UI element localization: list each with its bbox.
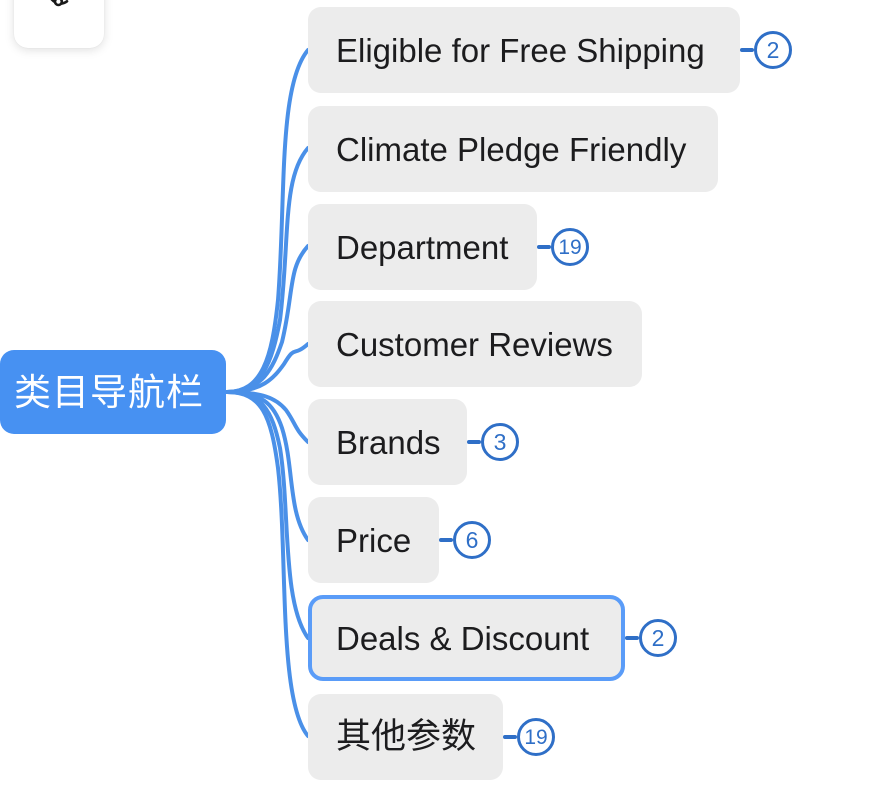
badge-stem — [439, 538, 453, 542]
badge-wrap[interactable]: 2 — [625, 619, 677, 657]
branch-node-brands[interactable]: Brands — [308, 399, 467, 485]
connector-line — [225, 390, 310, 738]
root-node[interactable]: 类目导航栏 — [0, 350, 226, 434]
branch-node-eligible-for-free-shipping[interactable]: Eligible for Free Shipping — [308, 7, 740, 93]
badge-stem — [503, 735, 517, 739]
badge-wrap[interactable]: 2 — [740, 31, 792, 69]
count-badge[interactable]: 6 — [453, 521, 491, 559]
branch-row-0: Eligible for Free Shipping 2 — [308, 7, 792, 93]
branch-label: Climate Pledge Friendly — [336, 130, 687, 168]
connector-line — [225, 390, 310, 640]
branch-node-other-parameters[interactable]: 其他参数 — [308, 694, 503, 780]
badge-stem — [537, 245, 551, 249]
badge-wrap[interactable]: 3 — [467, 423, 519, 461]
branch-row-6: Deals & Discount 2 — [308, 595, 677, 681]
count-badge[interactable]: 2 — [754, 31, 792, 69]
branch-row-4: Brands 3 — [308, 399, 519, 485]
branch-label: Brands — [336, 423, 441, 461]
branch-label: Price — [336, 521, 412, 559]
branch-node-customer-reviews[interactable]: Customer Reviews — [308, 301, 642, 387]
connector-line — [225, 390, 310, 444]
mindmap-node-icon[interactable] — [42, 0, 76, 10]
branch-label: Eligible for Free Shipping — [336, 31, 705, 69]
branch-row-5: Price 6 — [308, 497, 491, 583]
connector-line — [225, 390, 310, 542]
badge-wrap[interactable]: 6 — [439, 521, 491, 559]
branch-row-1: Climate Pledge Friendly — [308, 106, 718, 192]
badge-stem — [625, 636, 639, 640]
count-badge[interactable]: 19 — [551, 228, 589, 266]
mindmap-canvas: 类目导航栏 Eligible for Free Shipping 2 Clima… — [0, 0, 894, 798]
badge-stem — [467, 440, 481, 444]
count-badge[interactable]: 3 — [481, 423, 519, 461]
connector-line — [225, 146, 310, 394]
connector-line — [225, 48, 310, 394]
connector-line — [225, 244, 310, 394]
branch-row-3: Customer Reviews — [308, 301, 642, 387]
root-node-label: 类目导航栏 — [14, 370, 204, 414]
badge-wrap[interactable]: 19 — [503, 718, 555, 756]
branch-label: 其他参数 — [336, 716, 477, 757]
branch-node-department[interactable]: Department — [308, 204, 537, 290]
branch-row-2: Department 19 — [308, 204, 589, 290]
count-badge[interactable]: 19 — [517, 718, 555, 756]
branch-label: Deals & Discount — [336, 619, 590, 657]
badge-stem — [740, 48, 754, 52]
badge-wrap[interactable]: 19 — [537, 228, 589, 266]
branch-node-climate-pledge-friendly[interactable]: Climate Pledge Friendly — [308, 106, 718, 192]
branch-label: Department — [336, 228, 509, 266]
count-badge[interactable]: 2 — [639, 619, 677, 657]
branch-row-7: 其他参数 19 — [308, 694, 555, 780]
branch-node-deals-and-discount[interactable]: Deals & Discount — [308, 595, 625, 681]
branch-node-price[interactable]: Price — [308, 497, 439, 583]
branch-label: Customer Reviews — [336, 325, 613, 363]
toolbar-card[interactable] — [14, 0, 104, 48]
connector-line — [225, 342, 310, 394]
